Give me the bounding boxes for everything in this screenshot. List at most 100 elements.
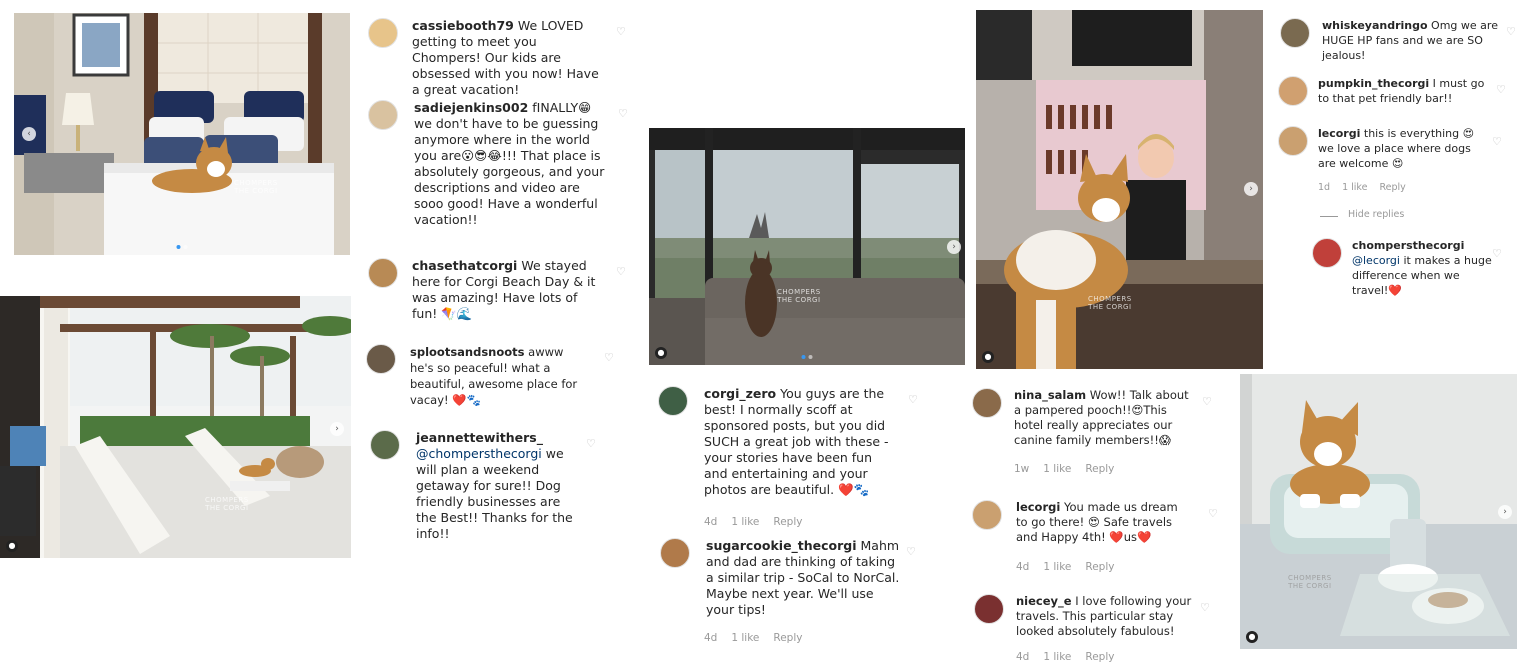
comment-username[interactable]: chompersthecorgi [1352, 239, 1464, 252]
heart-outline-icon[interactable]: ♡ [616, 26, 626, 37]
heart-outline-icon[interactable]: ♡ [1492, 136, 1502, 147]
comment-mention[interactable]: @chompersthecorgi [416, 446, 542, 461]
heart-outline-icon[interactable]: ♡ [616, 266, 626, 277]
comment-username[interactable]: niecey_e [1016, 594, 1072, 608]
reply-button[interactable]: Reply [1379, 182, 1405, 193]
comment-time: 1w [1014, 463, 1030, 475]
comment-username[interactable]: sugarcookie_thecorgi [706, 538, 857, 553]
chevron-right-icon[interactable]: › [1244, 182, 1258, 196]
heart-outline-icon[interactable]: ♡ [1492, 248, 1502, 259]
comment-username[interactable]: nina_salam [1014, 388, 1086, 402]
carousel-dots [801, 355, 813, 359]
comment-username[interactable]: cassiebooth79 [412, 18, 514, 33]
comment-username[interactable]: whiskeyandringo [1322, 19, 1428, 32]
pet-friendly-bar-photo[interactable]: CHOMPERS THE CORGI › ● [976, 10, 1263, 369]
comment-meta: 4d 1 like Reply [1016, 651, 1114, 663]
chevron-right-icon[interactable]: › [1498, 505, 1512, 519]
comment-body: sadiejenkins002 fINALLY😁 we don't have t… [414, 100, 608, 228]
heart-outline-icon[interactable]: ♡ [906, 546, 916, 557]
watermark-line-2: THE CORGI [777, 296, 821, 304]
comment-body: cassiebooth79 We LOVED getting to meet y… [412, 18, 606, 98]
comment-username[interactable]: chasethatcorgi [412, 258, 517, 273]
avatar[interactable] [370, 430, 400, 460]
avatar[interactable] [1278, 126, 1308, 156]
avatar[interactable] [366, 344, 396, 374]
comment-likes[interactable]: 1 like [1043, 561, 1071, 573]
heart-outline-icon[interactable]: ♡ [586, 438, 596, 449]
avatar[interactable] [1312, 238, 1342, 268]
heart-outline-icon[interactable]: ♡ [604, 352, 614, 363]
heart-outline-icon[interactable]: ♡ [618, 108, 628, 119]
avatar[interactable] [368, 100, 398, 130]
avatar[interactable] [1280, 18, 1310, 48]
comment-body: pumpkin_thecorgi I must go to that pet f… [1318, 76, 1496, 106]
avatar[interactable] [972, 500, 1002, 530]
comment-time: 4d [704, 516, 718, 528]
watermark-line-2: THE CORGI [1288, 582, 1332, 590]
heart-outline-icon[interactable]: ♡ [1202, 396, 1212, 407]
carousel-dots [176, 245, 188, 249]
comment-username[interactable]: pumpkin_thecorgi [1318, 77, 1429, 90]
comment-likes[interactable]: 1 like [1342, 182, 1367, 193]
heart-outline-icon[interactable]: ♡ [908, 394, 918, 405]
watermark-line-1: CHOMPERS [234, 179, 278, 187]
comment-username[interactable]: corgi_zero [704, 386, 776, 401]
avatar[interactable] [974, 594, 1004, 624]
reply-button[interactable]: Reply [1085, 651, 1114, 663]
comment-text: fINALLY😁 we don't have to be guessing an… [414, 100, 605, 227]
comment-item: whiskeyandringo Omg we are HUGE HP fans … [1280, 18, 1520, 68]
photo-watermark: CHOMPERS THE CORGI [1088, 295, 1132, 311]
dog-bed-amenities-photo[interactable]: CHOMPERS THE CORGI › ● [1240, 374, 1517, 649]
comment-body: corgi_zero You guys are the best! I norm… [704, 386, 896, 498]
comment-body: sugarcookie_thecorgi Mahm and dad are th… [706, 538, 900, 618]
avatar[interactable] [368, 258, 398, 288]
photo-watermark: CHOMPERS THE CORGI [205, 496, 249, 512]
heart-outline-icon[interactable]: ♡ [1506, 26, 1516, 37]
person-tag-icon[interactable]: ● [6, 540, 18, 552]
comment-mention[interactable]: @lecorgi [1352, 254, 1400, 267]
comment-item: nina_salam Wow!! Talk about a pampered p… [972, 388, 1222, 480]
comment-username[interactable]: lecorgi [1318, 127, 1360, 140]
carousel-dot [801, 355, 806, 359]
avatar[interactable] [660, 538, 690, 568]
reply-button[interactable]: Reply [773, 516, 802, 528]
comment-body: nina_salam Wow!! Talk about a pampered p… [1014, 388, 1190, 448]
comment-likes[interactable]: 1 like [1043, 651, 1071, 663]
photo-watermark: CHOMPERS THE CORGI [777, 288, 821, 304]
chevron-left-icon[interactable]: ‹ [22, 127, 36, 141]
comment-meta: 4d 1 like Reply [1016, 561, 1114, 573]
comment-username[interactable]: lecorgi [1016, 500, 1060, 514]
comment-body: jeannettewithers_ @chompersthecorgi we w… [416, 430, 576, 542]
person-tag-icon[interactable]: ● [982, 351, 994, 363]
comment-username[interactable]: sadiejenkins002 [414, 100, 528, 115]
comment-time: 4d [704, 632, 718, 644]
watermark-line-1: CHOMPERS [205, 496, 249, 504]
avatar[interactable] [972, 388, 1002, 418]
avatar[interactable] [368, 18, 398, 48]
comment-item: chasethatcorgi We stayed here for Corgi … [368, 258, 630, 328]
person-tag-icon[interactable]: ● [1246, 631, 1258, 643]
cabana-pool-photo[interactable]: CHOMPERS THE CORGI › ● [0, 296, 351, 558]
reply-button[interactable]: Reply [1085, 463, 1114, 475]
hide-replies-button[interactable]: Hide replies [1348, 209, 1404, 220]
reply-button[interactable]: Reply [773, 632, 802, 644]
comment-body: chompersthecorgi @lecorgi it makes a hug… [1352, 238, 1492, 298]
comment-likes[interactable]: 1 like [731, 516, 759, 528]
chevron-right-icon[interactable]: › [947, 240, 961, 254]
heart-outline-icon[interactable]: ♡ [1496, 84, 1506, 95]
heart-outline-icon[interactable]: ♡ [1208, 508, 1218, 519]
hotel-bed-photo[interactable]: CHOMPERS THE CORGI ‹ [14, 13, 350, 255]
reply-button[interactable]: Reply [1085, 561, 1114, 573]
comment-username[interactable]: splootsandsnoots [410, 345, 525, 359]
person-tag-icon[interactable]: ● [655, 347, 667, 359]
chevron-right-icon[interactable]: › [330, 422, 344, 436]
comment-meta: 4d 1 like Reply [704, 632, 802, 644]
avatar[interactable] [1278, 76, 1308, 106]
avatar[interactable] [658, 386, 688, 416]
carousel-dot [183, 245, 188, 249]
comment-likes[interactable]: 1 like [1043, 463, 1071, 475]
window-view-photo[interactable]: CHOMPERS THE CORGI › ● [649, 128, 965, 365]
comment-username[interactable]: jeannettewithers_ [416, 430, 543, 445]
comment-likes[interactable]: 1 like [731, 632, 759, 644]
heart-outline-icon[interactable]: ♡ [1200, 602, 1210, 613]
